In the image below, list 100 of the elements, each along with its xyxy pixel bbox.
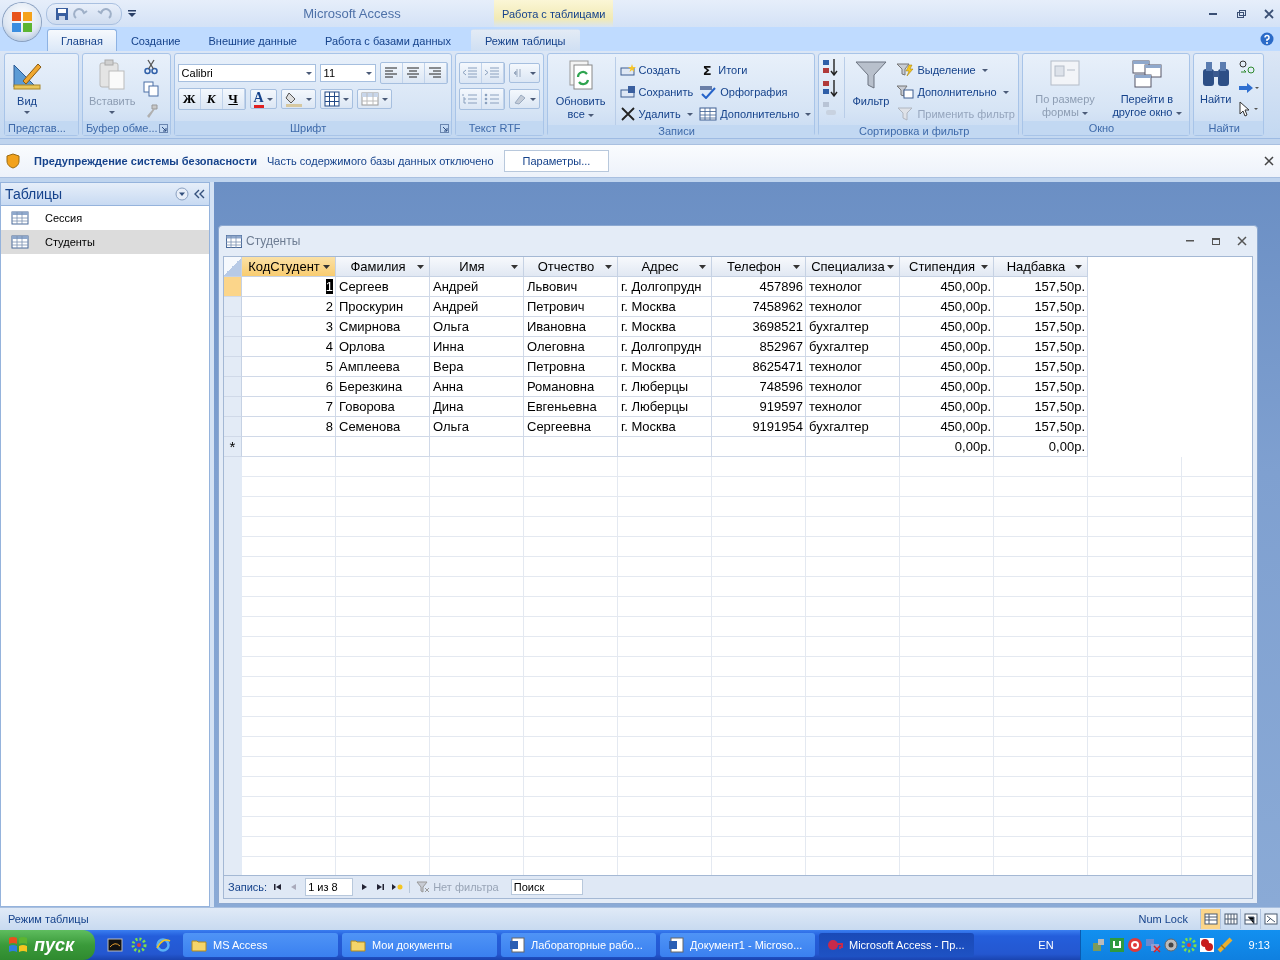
new-record-icon — [619, 63, 636, 77]
filter-button[interactable]: Фильтр — [849, 57, 893, 110]
dropdown-circle-icon[interactable] — [175, 187, 189, 201]
table-cell: г. Люберцы — [618, 377, 712, 397]
funnel-icon — [896, 107, 915, 121]
help-icon[interactable] — [1260, 32, 1274, 46]
navigation-item[interactable]: Сессия — [1, 206, 209, 230]
font-size-field[interactable]: 11 — [319, 64, 376, 82]
first-record-icon[interactable] — [273, 882, 284, 892]
refresh-all-button[interactable]: Обновить все — [550, 57, 611, 123]
customize-caret-icon[interactable] — [128, 9, 136, 18]
dropdown-caret-icon[interactable] — [1075, 265, 1082, 269]
window-command-button[interactable]: Перейти в другое окно — [1107, 57, 1186, 121]
navigation-pane-title: Таблицы — [5, 186, 63, 202]
font-name-field[interactable]: Calibri — [177, 64, 316, 82]
dialog-launcher-icon[interactable] — [158, 124, 168, 133]
column-header[interactable]: Специализа — [806, 257, 900, 277]
dropdown-caret-icon[interactable] — [793, 265, 800, 269]
ribbon-command-button[interactable]: Дополнительно — [699, 103, 812, 125]
ribbon-tab[interactable]: Главная — [47, 29, 117, 51]
torrent-icon[interactable] — [1108, 937, 1125, 953]
collapse-chevrons-icon[interactable] — [193, 189, 205, 199]
record-number-field[interactable]: 1 из 8 — [305, 878, 354, 896]
select-pointer-icon[interactable] — [1238, 101, 1261, 117]
ribbon-command-button[interactable]: Создать — [619, 59, 694, 81]
language-indicator[interactable]: EN — [1038, 939, 1054, 951]
table-cell: 1 — [242, 277, 336, 297]
taskbar-button[interactable]: Microsoft Access - Пр... — [819, 933, 974, 957]
browser-icon[interactable] — [155, 937, 171, 953]
copy-icon[interactable] — [142, 81, 159, 97]
dropdown-caret-icon[interactable] — [605, 265, 612, 269]
find-button[interactable]: Найти — [1196, 57, 1235, 108]
font-color-button[interactable]: A — [249, 89, 277, 109]
table-cell: г. Долгопрудн — [618, 337, 712, 357]
view-switch-button[interactable] — [1200, 909, 1220, 929]
scissors-icon[interactable] — [142, 59, 159, 75]
column-header[interactable]: Фамилия — [336, 257, 430, 277]
column-header[interactable]: КодСтудент — [242, 257, 336, 277]
flower-icon[interactable] — [1180, 937, 1197, 953]
ribbon-command-button[interactable]: Сохранить — [619, 81, 694, 103]
dialog-launcher-icon[interactable] — [439, 124, 449, 133]
table-cell: технолог — [806, 297, 900, 317]
overlapping-circles-icon[interactable] — [1198, 937, 1215, 953]
replace-icon[interactable] — [1238, 59, 1257, 75]
target-icon[interactable] — [1126, 937, 1143, 953]
dropdown-caret-icon[interactable] — [511, 265, 518, 269]
view-switch-button[interactable] — [1240, 909, 1260, 929]
ribbon-command-button[interactable]: Орфография — [699, 81, 812, 103]
options-button[interactable]: Параметры... — [503, 150, 610, 172]
flower-icon[interactable] — [131, 937, 147, 953]
dropdown-caret-icon[interactable] — [417, 265, 424, 269]
table-cell: 450,00р. — [900, 317, 994, 337]
save-icon[interactable] — [55, 6, 69, 21]
terminal-icon[interactable] — [107, 937, 123, 953]
fill-color-button[interactable] — [280, 89, 316, 109]
view-button[interactable]: Вид — [8, 57, 46, 116]
sort-descending-icon[interactable] — [822, 79, 839, 97]
column-header[interactable]: Имя — [430, 257, 524, 277]
sort-ascending-icon[interactable] — [822, 58, 839, 76]
dropdown-caret-icon[interactable] — [887, 265, 894, 269]
column-header[interactable]: Телефон — [712, 257, 806, 277]
column-header[interactable]: Стипендия — [900, 257, 994, 277]
table-cell: 157,50р. — [994, 337, 1088, 357]
num-lock-indicator: Num Lock — [1138, 913, 1188, 925]
ribbon-command-button[interactable]: Выделение — [896, 59, 1015, 81]
gridlines-button[interactable] — [319, 89, 353, 109]
close-icon[interactable] — [1264, 156, 1274, 166]
new-record-icon[interactable] — [391, 882, 404, 892]
font-style-button[interactable]: К — [200, 89, 223, 109]
column-header[interactable]: Адрес — [618, 257, 712, 277]
form-icon — [1048, 59, 1081, 89]
last-record-icon[interactable] — [375, 882, 386, 892]
new-record-marker[interactable]: * — [224, 437, 242, 457]
table-cell: 450,00р. — [900, 417, 994, 437]
start-button[interactable]: пуск — [0, 930, 95, 960]
font-style-button[interactable]: Ж — [178, 89, 201, 109]
table-cell: 157,50р. — [994, 317, 1088, 337]
ribbon-tab[interactable]: Режим таблицы — [470, 29, 580, 51]
dropdown-caret-icon[interactable] — [323, 265, 330, 269]
dropdown-caret-icon[interactable] — [699, 265, 706, 269]
table-cell: бухгалтер — [806, 317, 900, 337]
ribbon-command-button[interactable]: Дополнительно — [896, 81, 1015, 103]
ribbon-tab[interactable]: Работа с базами данных — [310, 29, 465, 51]
ribbon-command-button[interactable]: Σ Итоги — [699, 59, 812, 81]
ribbon-tab[interactable]: Внешние данные — [194, 29, 311, 51]
view-switch-button[interactable] — [1260, 909, 1280, 929]
view-switch-button[interactable] — [1220, 909, 1240, 929]
ribbon-tab[interactable]: Создание — [116, 29, 195, 51]
dropdown-caret-icon[interactable] — [981, 265, 988, 269]
navigation-item[interactable]: Студенты — [1, 230, 209, 254]
font-style-button[interactable]: Ч — [222, 89, 245, 109]
funnel-icon — [853, 59, 888, 91]
go-to-arrow-icon[interactable] — [1238, 81, 1261, 95]
ribbon-command-button[interactable]: Удалить — [619, 103, 694, 125]
search-field[interactable]: Поиск — [510, 879, 583, 895]
speaker-icon[interactable] — [1162, 937, 1179, 953]
column-header[interactable]: Надбавка — [994, 257, 1088, 277]
table-cell: Петровна — [524, 357, 618, 377]
grid-icon — [323, 91, 340, 107]
column-header[interactable]: Отчество — [524, 257, 618, 277]
